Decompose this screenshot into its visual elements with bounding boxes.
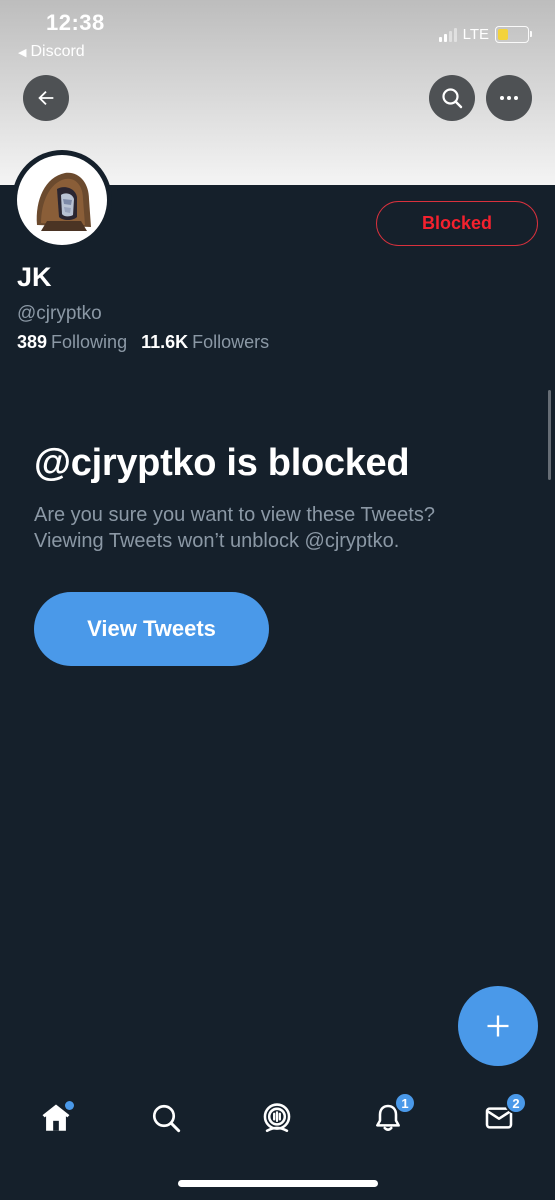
profile-stats: 389 Following 11.6K Followers [17,332,269,353]
messages-badge: 2 [505,1092,527,1114]
blocked-description: Are you sure you want to view these Twee… [34,504,435,552]
plus-icon [487,1015,509,1037]
bottom-navigation: 1 2 [0,1080,555,1160]
nav-spaces[interactable] [257,1098,297,1138]
more-button[interactable] [486,75,532,121]
followers-label: Followers [192,332,270,352]
status-time: 12:38 [46,10,105,35]
followers-link[interactable]: 11.6K Followers [141,332,269,353]
nav-search[interactable] [146,1098,186,1138]
notifications-badge: 1 [394,1092,416,1114]
scroll-indicator [548,390,551,480]
network-label: LTE [462,26,489,43]
status-indicators: LTE [438,26,532,43]
view-tweets-button[interactable]: View Tweets [34,592,269,666]
home-new-dot [65,1101,74,1110]
following-count: 389 [17,332,48,352]
back-triangle-icon: ◀ [18,46,27,59]
blocked-title: @cjryptko is blocked [34,442,410,484]
hooded-figure-avatar-image [36,172,91,231]
followers-count: 11.6K [141,332,189,352]
search-button[interactable] [429,75,475,121]
return-to-app-link[interactable]: ◀ Discord [18,43,85,61]
search-icon [442,88,463,109]
spaces-icon [263,1103,291,1133]
arrow-left-icon [38,90,54,106]
more-horizontal-icon [500,96,518,100]
back-button[interactable] [23,75,69,121]
search-icon [152,1104,181,1133]
profile-display-name: JK [17,262,52,292]
return-app-label: Discord [30,43,85,60]
compose-tweet-button[interactable] [458,986,538,1066]
following-link[interactable]: 389 Following [17,332,127,353]
signal-icon [438,27,457,42]
battery-icon [495,26,532,43]
following-label: Following [51,332,128,352]
profile-handle: @cjryptko [17,303,102,324]
nav-messages[interactable]: 2 [479,1092,527,1138]
profile-avatar[interactable] [12,150,112,250]
home-indicator [178,1180,378,1187]
blocked-button[interactable]: Blocked [376,201,538,246]
nav-home[interactable] [36,1098,76,1138]
nav-notifications[interactable]: 1 [368,1092,416,1138]
